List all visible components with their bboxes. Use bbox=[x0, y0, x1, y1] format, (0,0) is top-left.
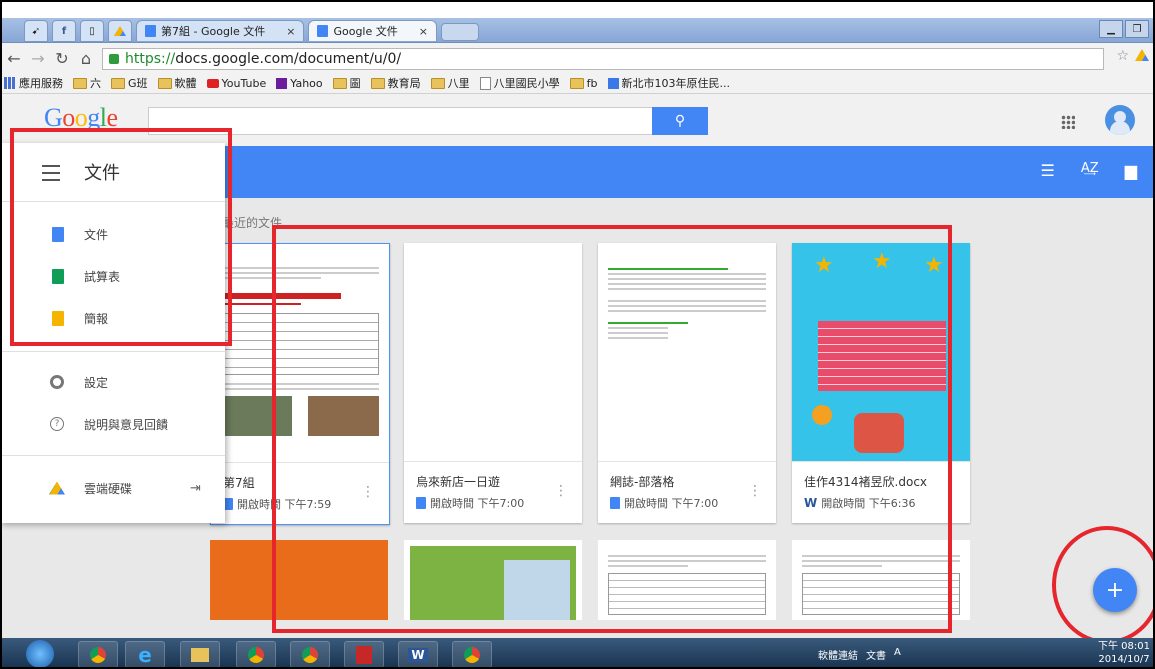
screenshot-frame bbox=[0, 0, 1155, 669]
